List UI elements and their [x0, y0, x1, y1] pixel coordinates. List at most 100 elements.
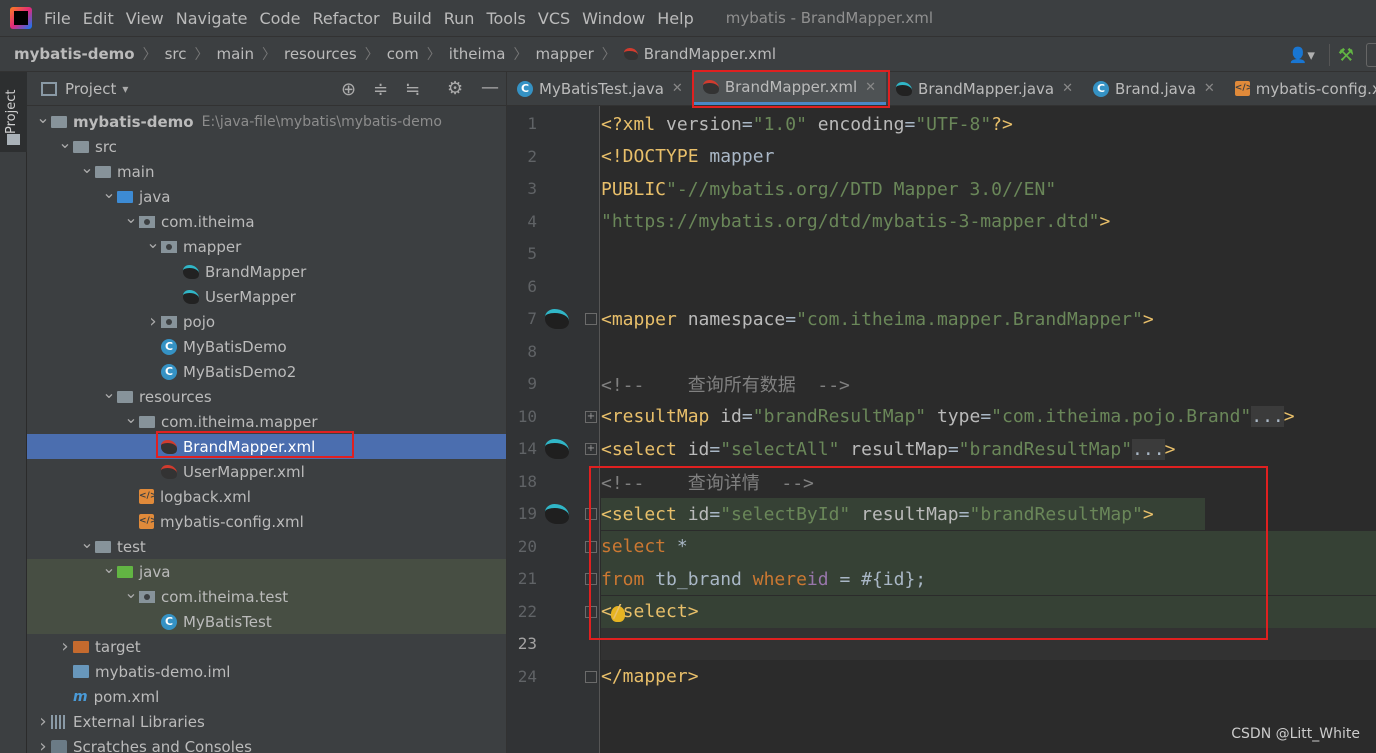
menu-build[interactable]: Build	[392, 9, 432, 28]
tree-item[interactable]: › Scratches and Consoles	[27, 734, 506, 753]
chevron-down-icon[interactable]: ⌄	[79, 158, 95, 177]
tree-item[interactable]: ⌄ java	[27, 558, 506, 584]
mybatis-navigate-icon[interactable]	[545, 439, 569, 459]
fold-collapse-icon[interactable]	[585, 573, 597, 585]
tree-item[interactable]: UserMapper	[27, 284, 506, 309]
chevron-down-icon[interactable]: ⌄	[57, 133, 73, 152]
menu-code[interactable]: Code	[260, 9, 301, 28]
close-icon[interactable]: ✕	[865, 80, 876, 95]
tab-brand-java[interactable]: C Brand.java ✕	[1083, 72, 1225, 105]
line-number: 20	[517, 536, 537, 556]
chevron-down-icon[interactable]: ⌄	[145, 233, 161, 252]
tree-item[interactable]: ⌄ mybatis-demo E:\java-file\mybatis\mybati…	[27, 108, 506, 134]
left-tool-strip: Project	[0, 72, 27, 753]
chevron-right-icon[interactable]: ›	[35, 736, 51, 753]
chevron-down-icon[interactable]: ⌄	[101, 558, 117, 577]
menu-view[interactable]: View	[126, 9, 164, 28]
chevron-down-icon[interactable]: ▾	[122, 82, 128, 96]
tree-item[interactable]: › pojo	[27, 309, 506, 334]
chevron-right-icon[interactable]: ›	[35, 711, 51, 732]
breadcrumb-item[interactable]: itheima	[449, 45, 506, 63]
tree-item[interactable]: ⌄ test	[27, 533, 506, 559]
tree-item[interactable]: › External Libraries	[27, 709, 506, 734]
chevron-down-icon[interactable]: ⌄	[101, 383, 117, 402]
menu-help[interactable]: Help	[657, 9, 693, 28]
code-editor[interactable]: <?xml version = "1.0" encoding = "UTF-8" ?> <…	[601, 106, 1376, 753]
tree-item[interactable]: C MyBatisDemo2	[27, 359, 506, 384]
chevron-down-icon[interactable]: ⌄	[123, 583, 139, 602]
tree-item[interactable]: ⌄ resources	[27, 383, 506, 409]
breadcrumb-item[interactable]: mybatis-demo	[14, 45, 135, 63]
minimize-icon[interactable]: —	[481, 77, 499, 98]
project-tool-button[interactable]: Project	[0, 72, 27, 152]
fold-collapse-icon[interactable]	[585, 605, 597, 618]
menu-tools[interactable]: Tools	[486, 9, 525, 28]
close-icon[interactable]: ✕	[1062, 81, 1073, 96]
menu-window[interactable]: Window	[582, 9, 645, 28]
fold-expand-icon[interactable]: +	[585, 443, 597, 455]
menu-vcs[interactable]: VCS	[538, 9, 570, 28]
tree-item-label: test	[117, 537, 146, 556]
gear-icon[interactable]: ⚙	[447, 78, 463, 99]
breadcrumb-item[interactable]: src	[165, 45, 187, 63]
tree-item[interactable]: ⌄ mapper	[27, 233, 506, 259]
tree-item[interactable]: m pom.xml	[27, 684, 506, 709]
tree-item[interactable]: C MyBatisTest	[27, 609, 506, 634]
tree-item[interactable]: ⌄ main	[27, 158, 506, 184]
breadcrumb-item[interactable]: resources	[284, 45, 357, 63]
tab-brandmapper-xml[interactable]: BrandMapper.xml ✕	[692, 72, 887, 105]
breadcrumb-item[interactable]: mapper	[536, 45, 594, 63]
fold-collapse-icon[interactable]	[585, 670, 597, 683]
tree-item[interactable]: ⌄ java	[27, 183, 506, 209]
mybatis-navigate-icon[interactable]	[545, 504, 569, 524]
tree-item[interactable]: › target	[27, 634, 506, 659]
line-number: 9	[527, 374, 537, 393]
tab-brandmapper-java[interactable]: BrandMapper.java ✕	[886, 72, 1083, 105]
tree-item[interactable]: </> logback.xml	[27, 484, 506, 509]
menu-edit[interactable]: Edit	[83, 9, 114, 28]
fold-collapse-icon[interactable]	[585, 540, 597, 553]
tree-item[interactable]: C MyBatisDemo	[27, 334, 506, 359]
breadcrumb-item[interactable]: BrandMapper.xml	[644, 45, 776, 63]
project-panel-title[interactable]: Project	[65, 80, 116, 98]
breadcrumb-item[interactable]: com	[387, 45, 419, 63]
tree-item[interactable]: ⌄ com.itheima.test	[27, 583, 506, 609]
close-icon[interactable]: ✕	[672, 81, 683, 96]
mybatis-navigate-icon[interactable]	[545, 309, 569, 329]
chevron-down-icon[interactable]: ⌄	[101, 183, 117, 202]
fold-expand-icon[interactable]: +	[585, 410, 597, 423]
tab-label: BrandMapper.java	[918, 79, 1055, 98]
build-hammer-icon[interactable]: ⚒	[1338, 45, 1354, 66]
tab-mybatis-config-xml[interactable]: </> mybatis-config.xml	[1225, 72, 1376, 105]
fold-collapse-icon[interactable]	[585, 508, 597, 520]
chevron-right-icon: 〉	[194, 47, 209, 63]
chevron-down-icon[interactable]: ⌄	[123, 408, 139, 427]
collapse-all-icon[interactable]: ≒	[405, 79, 420, 100]
chevron-down-icon[interactable]: ⌄	[123, 208, 139, 227]
tab-mybatistest-java[interactable]: C MyBatisTest.java ✕	[507, 72, 693, 105]
menu-refactor[interactable]: Refactor	[312, 9, 379, 28]
tree-item[interactable]: ⌄ com.itheima.mapper	[27, 408, 506, 434]
close-icon[interactable]: ✕	[1204, 81, 1215, 96]
menu-run[interactable]: Run	[444, 9, 475, 28]
chevron-right-icon[interactable]: ›	[57, 636, 73, 657]
tree-item[interactable]: BrandMapper	[27, 259, 506, 284]
tree-item[interactable]: BrandMapper.xml	[27, 434, 506, 459]
run-config-selector[interactable]	[1366, 43, 1376, 67]
tree-item[interactable]: mybatis-demo.iml	[27, 659, 506, 684]
tree-item[interactable]: ⌄ src	[27, 133, 506, 159]
fold-collapse-icon[interactable]	[585, 313, 597, 325]
breadcrumb-item[interactable]: main	[217, 45, 254, 63]
tree-item[interactable]: UserMapper.xml	[27, 459, 506, 484]
menu-navigate[interactable]: Navigate	[176, 9, 248, 28]
code-line: from tb_brand where id = #{id};	[601, 568, 927, 590]
chevron-down-icon[interactable]: ⌄	[35, 108, 51, 127]
tree-item[interactable]: </> mybatis-config.xml	[27, 509, 506, 534]
menu-file[interactable]: File	[44, 9, 71, 28]
tree-item[interactable]: ⌄ com.itheima	[27, 208, 506, 234]
chevron-down-icon[interactable]: ⌄	[79, 533, 95, 552]
locate-icon[interactable]: ⊕	[341, 79, 356, 100]
user-icon[interactable]: 👤▾	[1289, 46, 1315, 64]
expand-all-icon[interactable]: ≑	[373, 79, 388, 100]
chevron-right-icon[interactable]: ›	[145, 311, 161, 332]
